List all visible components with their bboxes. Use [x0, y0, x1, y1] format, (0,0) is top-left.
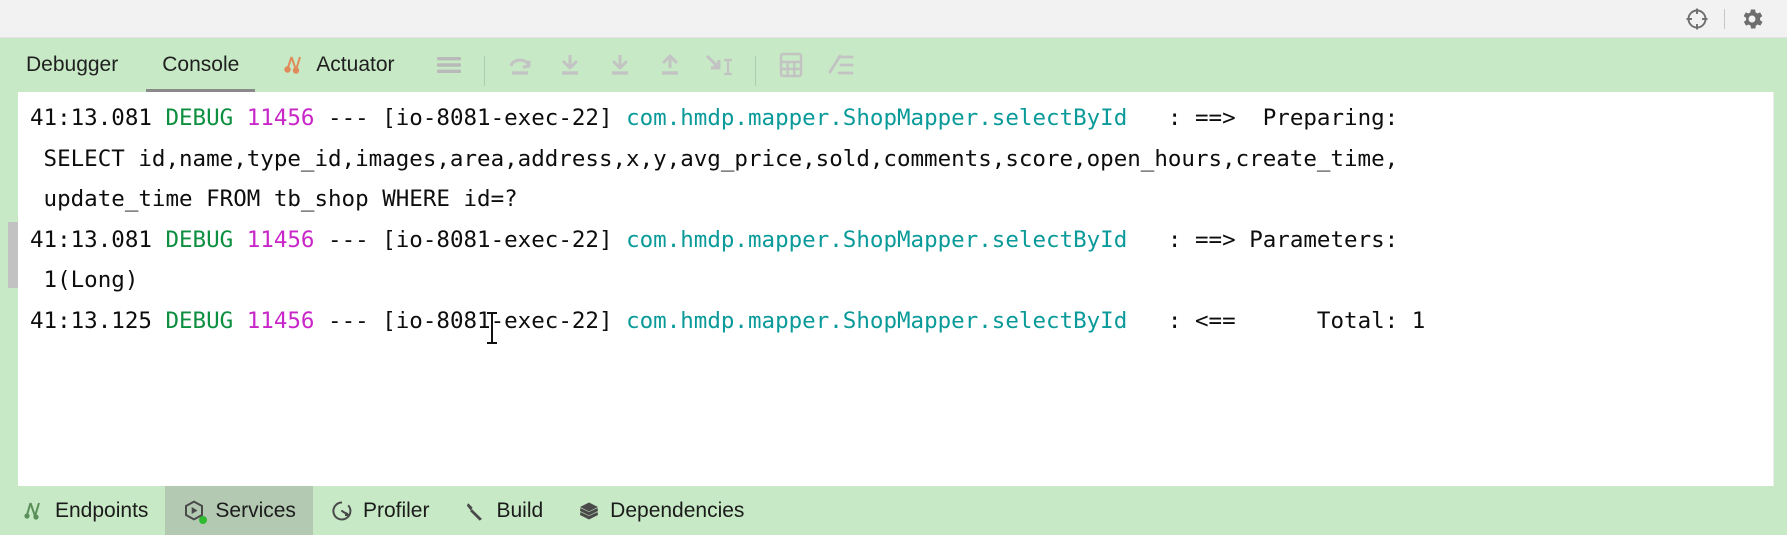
- console-segment: [233, 227, 247, 253]
- console-line: SELECT id,name,type_id,images,area,addre…: [30, 139, 1773, 180]
- tool-window-dependencies[interactable]: Dependencies: [560, 486, 761, 535]
- console-area: 41:13.081 DEBUG 11456 --- [io-8081-exec-…: [0, 92, 1787, 486]
- tab-actuator[interactable]: Actuator: [261, 38, 416, 92]
- console-segment: update_time FROM tb_shop WHERE id=?: [30, 186, 518, 212]
- console-segment: 11456: [246, 307, 315, 334]
- console-scrollbar-thumb[interactable]: [8, 222, 18, 288]
- console-line: 41:13.125 DEBUG 11456 --- [io-8081-exec-…: [30, 301, 1773, 342]
- console-line: 41:13.081 DEBUG 11456 --- [io-8081-exec-…: [30, 220, 1773, 261]
- tab-console-label: Console: [162, 53, 240, 76]
- console-vertical-scrollbar[interactable]: [1767, 92, 1773, 486]
- console-segment: DEBUG: [165, 226, 234, 253]
- endpoints-icon: [22, 499, 46, 523]
- console-segment: ---: [314, 226, 383, 253]
- tab-actuator-label: Actuator: [316, 53, 395, 76]
- soft-wrap-icon[interactable]: [817, 38, 865, 92]
- gear-icon[interactable]: [1735, 2, 1769, 36]
- console-segment: 41:13.125: [30, 307, 166, 334]
- step-over-icon[interactable]: [496, 38, 544, 92]
- top-toolbar: [0, 0, 1787, 38]
- console-segment: : ==> Parameters:: [1127, 226, 1399, 253]
- console-segment: com.hmdp.mapper.ShopMapper.selectById: [626, 226, 1128, 253]
- tool-window-endpoints[interactable]: Endpoints: [0, 486, 165, 535]
- console-segment: 41:13.081: [30, 226, 166, 253]
- console-segment: 1(Long): [30, 267, 139, 293]
- console-segment: 11456: [246, 226, 315, 253]
- console-segment: : <== Total: 1: [1127, 307, 1426, 334]
- console-line: 1(Long): [30, 260, 1773, 301]
- services-icon: [182, 499, 208, 524]
- console-segment: DEBUG: [165, 307, 234, 334]
- tool-window-profiler-label: Profiler: [362, 498, 430, 522]
- tab-debugger-label: Debugger: [26, 53, 119, 76]
- console-line: 41:13.081 DEBUG 11456 --- [io-8081-exec-…: [30, 98, 1773, 139]
- console-segment: 41:13.081: [30, 105, 166, 131]
- tool-window-profiler[interactable]: Profiler: [313, 486, 447, 535]
- tab-debugger[interactable]: Debugger: [0, 38, 140, 92]
- console-segment: [io-8081-exec-22]: [382, 226, 627, 253]
- console-segment: DEBUG: [165, 105, 234, 131]
- force-step-into-icon[interactable]: [596, 38, 644, 92]
- topbar-divider: [1724, 8, 1725, 29]
- console-output[interactable]: 41:13.081 DEBUG 11456 --- [io-8081-exec-…: [18, 92, 1774, 486]
- console-segment: 11456: [246, 105, 315, 131]
- build-icon: [463, 499, 487, 523]
- toolbar-divider-1: [483, 56, 485, 86]
- tool-window-bar: Endpoints Services Profiler Build Depend…: [0, 486, 1787, 535]
- tool-window-dependencies-label: Dependencies: [610, 498, 745, 522]
- console-segment: [233, 105, 247, 131]
- console-segment: : ==> Preparing:: [1127, 105, 1399, 131]
- calculator-icon[interactable]: [767, 38, 815, 92]
- console-segment: [io-8081-exec-22]: [382, 307, 627, 334]
- target-icon[interactable]: [1680, 2, 1714, 36]
- tool-window-build-label: Build: [496, 498, 544, 522]
- console-segment: com.hmdp.mapper.ShopMapper.selectById: [626, 105, 1128, 131]
- console-segment: [233, 308, 247, 334]
- actuator-icon: [283, 53, 307, 77]
- console-segment: ---: [314, 307, 383, 334]
- running-indicator-dot: [199, 515, 208, 524]
- dependencies-icon: [577, 499, 601, 523]
- profiler-icon: [330, 499, 354, 523]
- step-out-icon[interactable]: [646, 38, 694, 92]
- console-segment: ---: [314, 105, 383, 131]
- tool-window-endpoints-label: Endpoints: [55, 498, 149, 522]
- console-line: update_time FROM tb_shop WHERE id=?: [30, 179, 1773, 220]
- step-into-icon[interactable]: [546, 38, 594, 92]
- console-segment: [io-8081-exec-22]: [382, 105, 627, 131]
- tool-window-services-label: Services: [215, 498, 296, 522]
- toolbar-divider-2: [754, 56, 756, 86]
- console-segment: com.hmdp.mapper.ShopMapper.selectById: [626, 307, 1128, 334]
- console-toolbar-row: Debugger Console Actuator: [0, 38, 1787, 92]
- run-to-cursor-icon[interactable]: [696, 38, 744, 92]
- tab-console[interactable]: Console: [140, 38, 261, 92]
- debugger-actions-toolbar: [417, 38, 865, 92]
- console-log: 41:13.081 DEBUG 11456 --- [io-8081-exec-…: [18, 98, 1773, 341]
- menu-icon[interactable]: [425, 38, 473, 92]
- console-tab-strip: Debugger Console Actuator: [0, 38, 417, 92]
- tool-window-build[interactable]: Build: [446, 486, 560, 535]
- console-left-scrollbar[interactable]: [8, 92, 18, 486]
- console-segment: SELECT id,name,type_id,images,area,addre…: [30, 145, 1399, 172]
- tool-window-services[interactable]: Services: [165, 486, 313, 535]
